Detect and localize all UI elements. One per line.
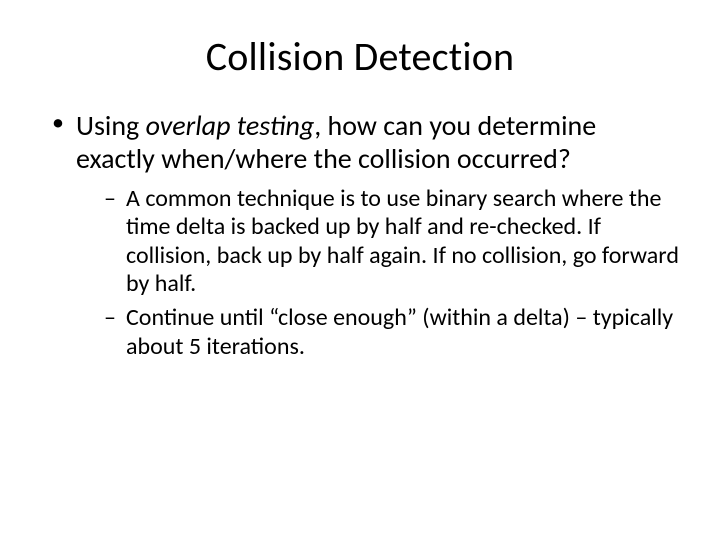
bullet-item: Using overlap testing, how can you deter… — [48, 109, 680, 361]
bullet-list: Using overlap testing, how can you deter… — [48, 109, 680, 361]
slide: Collision Detection Using overlap testin… — [0, 0, 720, 540]
sub-bullet-list: A common technique is to use binary sear… — [104, 185, 680, 361]
sub-bullet-item: A common technique is to use binary sear… — [104, 185, 680, 298]
bullet-text-italic: overlap testing — [146, 108, 315, 143]
slide-title: Collision Detection — [40, 32, 680, 81]
sub-bullet-item: Continue until “close enough” (within a … — [104, 304, 680, 361]
bullet-text-pre: Using — [76, 108, 146, 143]
